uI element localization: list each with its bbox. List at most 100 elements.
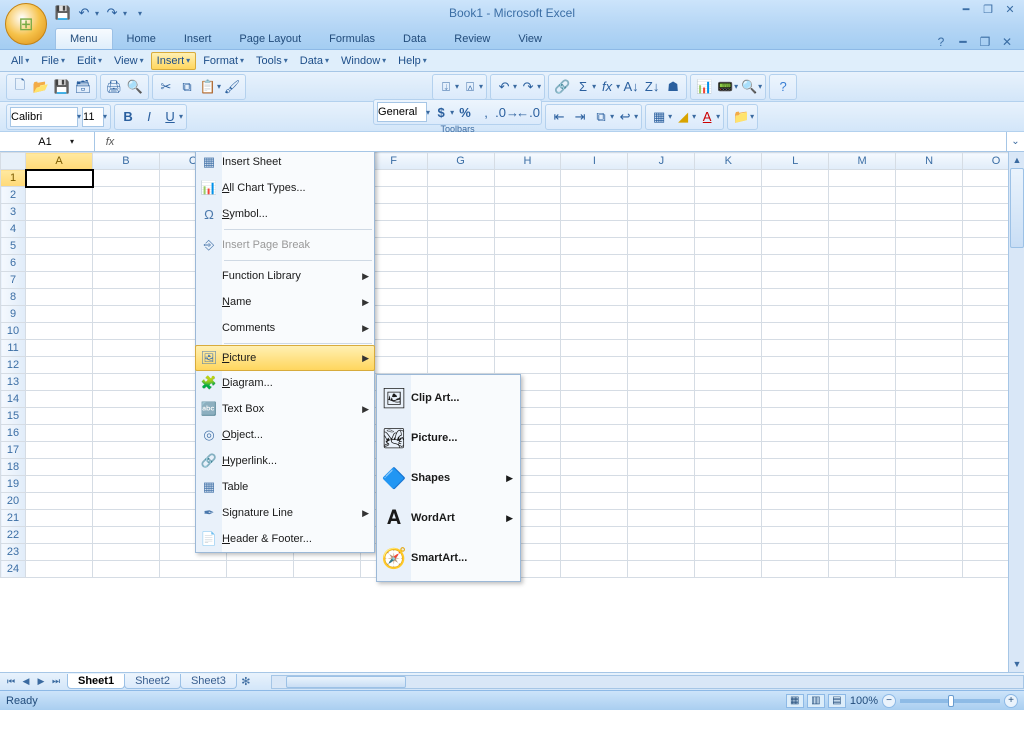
cell[interactable] [896,272,963,289]
cell[interactable] [896,340,963,357]
cell[interactable] [628,204,695,221]
insert-menu-signature-line[interactable]: ✒Signature Line▶ [196,500,374,526]
cell[interactable] [762,527,829,544]
cell[interactable] [762,442,829,459]
cell[interactable] [427,357,494,374]
cell[interactable] [561,476,628,493]
row-header[interactable]: 7 [1,272,26,289]
cell[interactable] [561,425,628,442]
currency-dd-icon[interactable]: ▾ [450,108,454,117]
cell[interactable] [561,459,628,476]
minimize-button[interactable]: ━ [956,2,976,16]
undo-icon[interactable]: ↶ [494,77,514,97]
cell[interactable] [762,306,829,323]
undo-icon[interactable]: ↶ [76,5,92,21]
cell[interactable] [427,238,494,255]
insert-menu-symbol[interactable]: ΩSymbol... [196,201,374,227]
insert-menu-hyperlink[interactable]: 🔗Hyperlink... [196,448,374,474]
hyperlink-icon[interactable]: 🔗 [552,77,572,97]
cell[interactable] [695,476,762,493]
cell[interactable] [829,204,896,221]
row-header[interactable]: 5 [1,238,26,255]
cell[interactable] [762,408,829,425]
cell[interactable] [628,561,695,578]
scroll-up-icon[interactable]: ▲ [1009,152,1024,168]
cell[interactable] [628,170,695,187]
font-name-dd-icon[interactable]: ▾ [77,112,81,121]
cell[interactable] [561,408,628,425]
normal-view-icon[interactable]: ▦ [786,694,804,708]
cell[interactable] [93,408,160,425]
cell[interactable] [829,493,896,510]
cell[interactable] [93,238,160,255]
fx-button[interactable]: fx [95,132,125,151]
insert-cell-dd-icon[interactable]: ▾ [455,82,459,91]
cell[interactable] [93,391,160,408]
col-header[interactable]: K [695,153,762,170]
cell[interactable] [494,272,561,289]
cell[interactable] [93,170,160,187]
cell[interactable] [762,357,829,374]
cell[interactable] [628,221,695,238]
font-name-selector[interactable] [10,107,78,127]
insert-menu-picture[interactable]: 🖼Picture▶ [195,345,375,371]
cell[interactable] [896,289,963,306]
qat-customize-icon[interactable]: ▾ [138,9,142,18]
function-icon[interactable]: fx [597,77,617,97]
cell[interactable] [896,510,963,527]
row-header[interactable]: 16 [1,425,26,442]
col-header[interactable]: I [561,153,628,170]
row-header[interactable]: 15 [1,408,26,425]
insert-menu-header-footer[interactable]: 📄Header & Footer... [196,526,374,552]
cell[interactable] [561,170,628,187]
cell[interactable] [93,255,160,272]
cell[interactable] [695,272,762,289]
font-color-icon[interactable]: A [697,107,717,127]
cell[interactable] [561,340,628,357]
save-all-icon[interactable]: 🗃 [73,77,93,97]
cell[interactable] [628,272,695,289]
font-size-dd-icon[interactable]: ▾ [103,112,107,121]
office-button[interactable]: ⊞ [5,3,47,45]
cell[interactable] [26,272,93,289]
cell[interactable] [896,170,963,187]
cell[interactable] [26,170,93,187]
increase-indent-icon[interactable]: ⇥ [570,107,590,127]
cell[interactable] [628,238,695,255]
cell[interactable] [762,425,829,442]
decrease-indent-icon[interactable]: ⇤ [549,107,569,127]
cell[interactable] [762,221,829,238]
cell[interactable] [427,340,494,357]
cell[interactable] [762,391,829,408]
cell[interactable] [829,187,896,204]
cell[interactable] [628,323,695,340]
fn-dd-icon[interactable]: ▾ [616,82,620,91]
cell[interactable] [561,187,628,204]
picture-submenu-smartart[interactable]: 🧭SmartArt... [377,538,520,578]
italic-button[interactable]: I [139,107,159,127]
row-header[interactable]: 22 [1,527,26,544]
numfmt-dd-icon[interactable]: ▾ [426,108,430,117]
redo-icon[interactable]: ↷ [104,5,120,21]
cell[interactable] [561,510,628,527]
cell[interactable] [93,187,160,204]
help-icon[interactable]: ? [773,77,793,97]
comma-icon[interactable]: , [476,102,496,122]
restore-button[interactable]: ❐ [978,2,998,16]
row-header[interactable]: 20 [1,493,26,510]
cell[interactable] [695,391,762,408]
row-header[interactable]: 13 [1,374,26,391]
cell[interactable] [762,187,829,204]
cell[interactable] [695,170,762,187]
ribbon-restore-icon[interactable]: ❐ [976,35,994,49]
cell[interactable] [561,391,628,408]
cell[interactable] [26,527,93,544]
cell[interactable] [494,306,561,323]
cell[interactable] [896,187,963,204]
menu-view[interactable]: View▾ [109,53,149,69]
cell[interactable] [896,391,963,408]
page-layout-view-icon[interactable]: ▥ [807,694,825,708]
cell[interactable] [695,289,762,306]
cell[interactable] [93,323,160,340]
menu-data[interactable]: Data▾ [295,53,334,69]
